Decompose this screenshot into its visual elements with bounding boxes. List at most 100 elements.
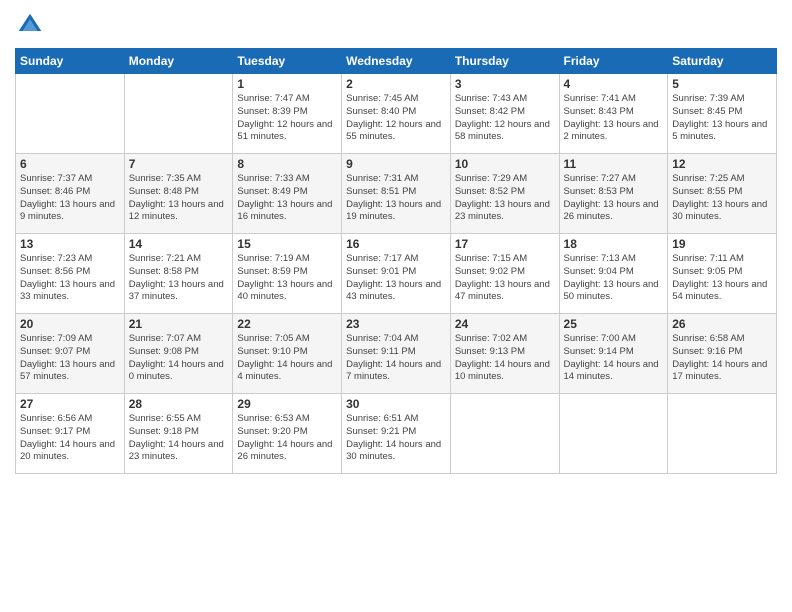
day-info: Sunrise: 7:23 AM Sunset: 8:56 PM Dayligh… [20, 253, 120, 304]
calendar-cell: 5 Sunrise: 7:39 AM Sunset: 8:45 PM Daylig… [668, 74, 777, 154]
calendar-cell [559, 394, 668, 474]
calendar-cell: 25 Sunrise: 7:00 AM Sunset: 9:14 PM Dayli… [559, 314, 668, 394]
calendar-cell: 24 Sunrise: 7:02 AM Sunset: 9:13 PM Dayli… [450, 314, 559, 394]
page: Sunday Monday Tuesday Wednesday Thursday… [0, 0, 792, 612]
day-number: 7 [129, 157, 229, 171]
calendar-cell: 19 Sunrise: 7:11 AM Sunset: 9:05 PM Dayli… [668, 234, 777, 314]
col-wednesday: Wednesday [342, 49, 451, 74]
calendar-header-row: Sunday Monday Tuesday Wednesday Thursday… [16, 49, 777, 74]
day-info: Sunrise: 7:00 AM Sunset: 9:14 PM Dayligh… [564, 333, 664, 384]
calendar-cell [16, 74, 125, 154]
calendar-cell: 1Sunrise: 7:47 AM Sunset: 8:39 PM Daylig… [233, 74, 342, 154]
logo [15, 10, 49, 40]
day-number: 3 [455, 77, 555, 91]
calendar-week-row: 13 Sunrise: 7:23 AM Sunset: 8:56 PM Dayli… [16, 234, 777, 314]
day-info: Sunrise: 7:02 AM Sunset: 9:13 PM Dayligh… [455, 333, 555, 384]
day-info: Sunrise: 7:11 AM Sunset: 9:05 PM Dayligh… [672, 253, 772, 304]
calendar-cell: 13 Sunrise: 7:23 AM Sunset: 8:56 PM Dayli… [16, 234, 125, 314]
day-info: Sunrise: 7:31 AM Sunset: 8:51 PM Dayligh… [346, 173, 446, 224]
day-info: Sunrise: 7:39 AM Sunset: 8:45 PM Dayligh… [672, 93, 772, 144]
day-number: 1 [237, 77, 337, 91]
header [15, 10, 777, 40]
calendar-cell: 3 Sunrise: 7:43 AM Sunset: 8:42 PM Daylig… [450, 74, 559, 154]
day-info: Sunrise: 7:17 AM Sunset: 9:01 PM Dayligh… [346, 253, 446, 304]
calendar-cell [668, 394, 777, 474]
calendar-cell: 18 Sunrise: 7:13 AM Sunset: 9:04 PM Dayli… [559, 234, 668, 314]
day-number: 13 [20, 237, 120, 251]
day-number: 19 [672, 237, 772, 251]
calendar-cell: 23 Sunrise: 7:04 AM Sunset: 9:11 PM Dayli… [342, 314, 451, 394]
day-number: 11 [564, 157, 664, 171]
calendar-cell [450, 394, 559, 474]
day-number: 23 [346, 317, 446, 331]
day-number: 28 [129, 397, 229, 411]
calendar-week-row: 6Sunrise: 7:37 AM Sunset: 8:46 PM Daylig… [16, 154, 777, 234]
day-info: Sunrise: 7:09 AM Sunset: 9:07 PM Dayligh… [20, 333, 120, 384]
day-info: Sunrise: 7:29 AM Sunset: 8:52 PM Dayligh… [455, 173, 555, 224]
col-monday: Monday [124, 49, 233, 74]
day-number: 8 [237, 157, 337, 171]
calendar-week-row: 27Sunrise: 6:56 AM Sunset: 9:17 PM Dayli… [16, 394, 777, 474]
calendar-cell: 30 Sunrise: 6:51 AM Sunset: 9:21 PM Dayli… [342, 394, 451, 474]
day-info: Sunrise: 7:41 AM Sunset: 8:43 PM Dayligh… [564, 93, 664, 144]
day-number: 25 [564, 317, 664, 331]
day-number: 10 [455, 157, 555, 171]
calendar-cell: 2Sunrise: 7:45 AM Sunset: 8:40 PM Daylig… [342, 74, 451, 154]
calendar-cell: 27Sunrise: 6:56 AM Sunset: 9:17 PM Dayli… [16, 394, 125, 474]
col-thursday: Thursday [450, 49, 559, 74]
day-number: 4 [564, 77, 664, 91]
day-info: Sunrise: 7:13 AM Sunset: 9:04 PM Dayligh… [564, 253, 664, 304]
calendar-cell: 16 Sunrise: 7:17 AM Sunset: 9:01 PM Dayli… [342, 234, 451, 314]
day-number: 30 [346, 397, 446, 411]
day-number: 16 [346, 237, 446, 251]
day-number: 21 [129, 317, 229, 331]
day-info: Sunrise: 6:51 AM Sunset: 9:21 PM Dayligh… [346, 413, 446, 464]
day-info: Sunrise: 7:33 AM Sunset: 8:49 PM Dayligh… [237, 173, 337, 224]
calendar-cell: 12 Sunrise: 7:25 AM Sunset: 8:55 PM Dayli… [668, 154, 777, 234]
day-info: Sunrise: 7:43 AM Sunset: 8:42 PM Dayligh… [455, 93, 555, 144]
calendar-cell: 10 Sunrise: 7:29 AM Sunset: 8:52 PM Dayli… [450, 154, 559, 234]
calendar-week-row: 20Sunrise: 7:09 AM Sunset: 9:07 PM Dayli… [16, 314, 777, 394]
col-friday: Friday [559, 49, 668, 74]
day-info: Sunrise: 7:35 AM Sunset: 8:48 PM Dayligh… [129, 173, 229, 224]
day-number: 26 [672, 317, 772, 331]
calendar-cell: 22 Sunrise: 7:05 AM Sunset: 9:10 PM Dayli… [233, 314, 342, 394]
day-number: 12 [672, 157, 772, 171]
day-info: Sunrise: 7:25 AM Sunset: 8:55 PM Dayligh… [672, 173, 772, 224]
day-info: Sunrise: 7:19 AM Sunset: 8:59 PM Dayligh… [237, 253, 337, 304]
calendar-cell: 14 Sunrise: 7:21 AM Sunset: 8:58 PM Dayli… [124, 234, 233, 314]
day-number: 22 [237, 317, 337, 331]
calendar-cell: 9Sunrise: 7:31 AM Sunset: 8:51 PM Daylig… [342, 154, 451, 234]
calendar-cell [124, 74, 233, 154]
col-tuesday: Tuesday [233, 49, 342, 74]
day-info: Sunrise: 7:21 AM Sunset: 8:58 PM Dayligh… [129, 253, 229, 304]
day-info: Sunrise: 6:58 AM Sunset: 9:16 PM Dayligh… [672, 333, 772, 384]
day-number: 27 [20, 397, 120, 411]
calendar-cell: 7 Sunrise: 7:35 AM Sunset: 8:48 PM Daylig… [124, 154, 233, 234]
calendar-cell: 20Sunrise: 7:09 AM Sunset: 9:07 PM Dayli… [16, 314, 125, 394]
calendar-cell: 8 Sunrise: 7:33 AM Sunset: 8:49 PM Daylig… [233, 154, 342, 234]
calendar-cell: 28 Sunrise: 6:55 AM Sunset: 9:18 PM Dayli… [124, 394, 233, 474]
calendar-cell: 29Sunrise: 6:53 AM Sunset: 9:20 PM Dayli… [233, 394, 342, 474]
day-number: 17 [455, 237, 555, 251]
day-info: Sunrise: 7:04 AM Sunset: 9:11 PM Dayligh… [346, 333, 446, 384]
day-info: Sunrise: 7:15 AM Sunset: 9:02 PM Dayligh… [455, 253, 555, 304]
day-number: 6 [20, 157, 120, 171]
day-info: Sunrise: 7:07 AM Sunset: 9:08 PM Dayligh… [129, 333, 229, 384]
col-sunday: Sunday [16, 49, 125, 74]
day-number: 18 [564, 237, 664, 251]
day-number: 14 [129, 237, 229, 251]
calendar-cell: 17 Sunrise: 7:15 AM Sunset: 9:02 PM Dayli… [450, 234, 559, 314]
calendar-cell: 6Sunrise: 7:37 AM Sunset: 8:46 PM Daylig… [16, 154, 125, 234]
logo-icon [15, 10, 45, 40]
day-info: Sunrise: 6:55 AM Sunset: 9:18 PM Dayligh… [129, 413, 229, 464]
day-number: 29 [237, 397, 337, 411]
day-info: Sunrise: 7:45 AM Sunset: 8:40 PM Dayligh… [346, 93, 446, 144]
day-info: Sunrise: 7:05 AM Sunset: 9:10 PM Dayligh… [237, 333, 337, 384]
day-number: 24 [455, 317, 555, 331]
calendar-cell: 4 Sunrise: 7:41 AM Sunset: 8:43 PM Daylig… [559, 74, 668, 154]
calendar-table: Sunday Monday Tuesday Wednesday Thursday… [15, 48, 777, 474]
calendar-week-row: 1Sunrise: 7:47 AM Sunset: 8:39 PM Daylig… [16, 74, 777, 154]
day-info: Sunrise: 7:27 AM Sunset: 8:53 PM Dayligh… [564, 173, 664, 224]
day-number: 5 [672, 77, 772, 91]
